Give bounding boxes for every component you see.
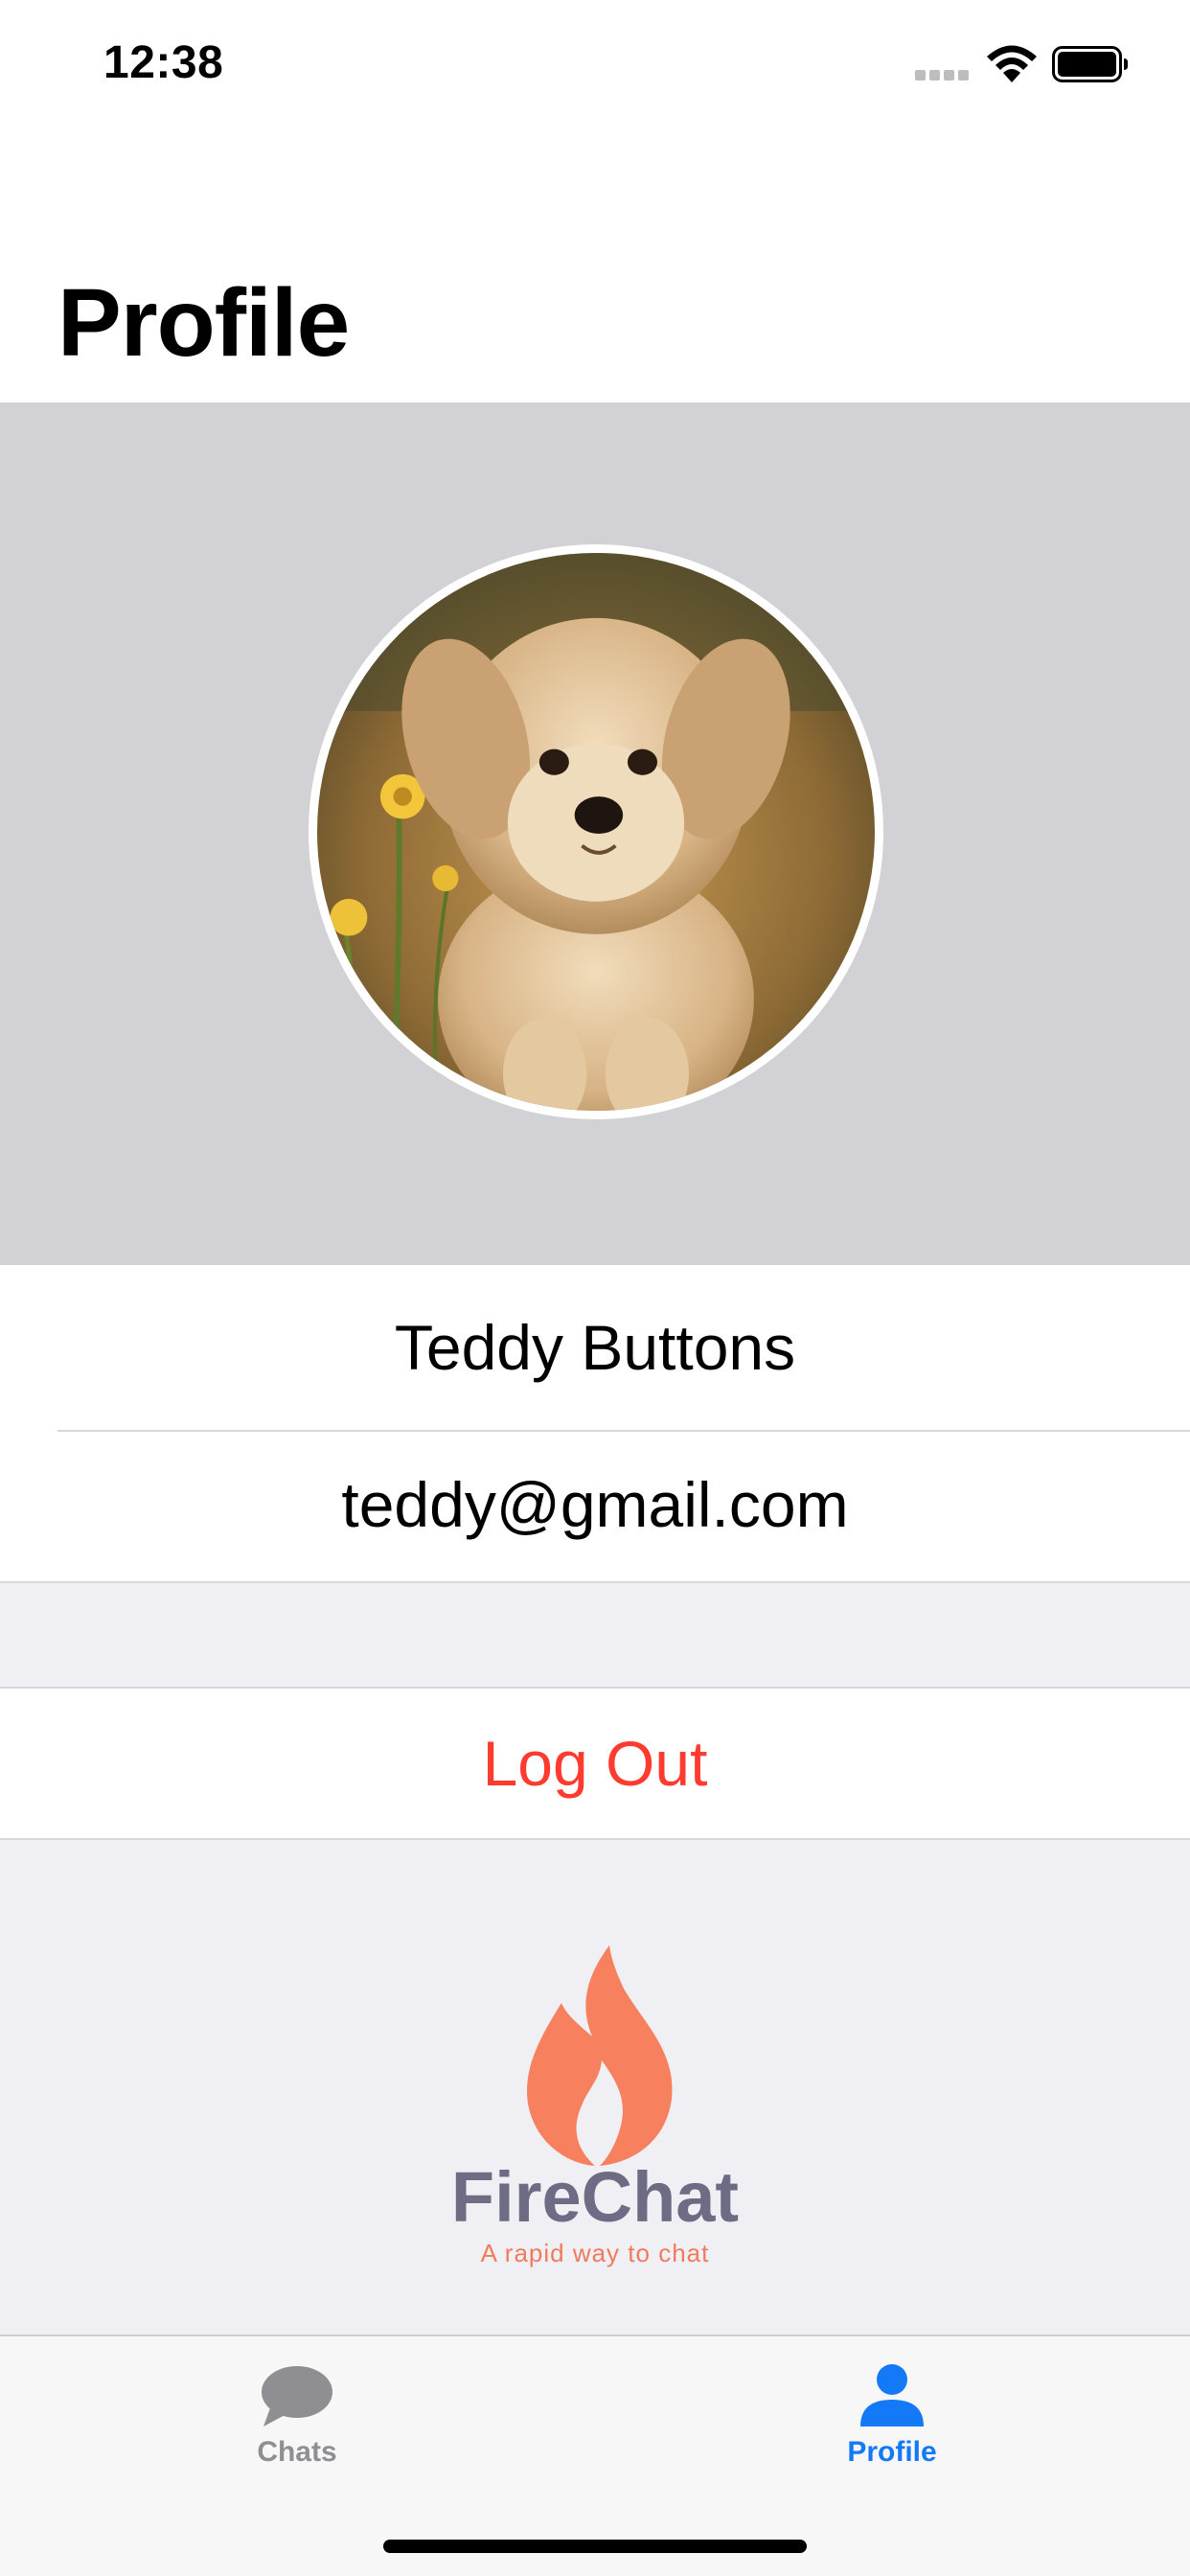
avatar-frame[interactable] — [309, 544, 883, 1119]
tab-chats-label: Chats — [257, 2436, 337, 2468]
tab-profile[interactable]: Profile — [748, 2363, 1036, 2497]
profile-info-group: Teddy Buttons teddy@gmail.com — [0, 1265, 1190, 1583]
tab-profile-label: Profile — [847, 2436, 937, 2468]
logo-tagline: A rapid way to chat — [480, 2239, 710, 2267]
home-indicator[interactable] — [383, 2540, 807, 2553]
profile-email: teddy@gmail.com — [341, 1469, 849, 1540]
app-logo: FireChat A rapid way to chat — [0, 1945, 1190, 2271]
profile-name: Teddy Buttons — [394, 1312, 796, 1383]
row-divider — [57, 1430, 1190, 1432]
logout-group: Log Out — [0, 1687, 1190, 1840]
logout-button[interactable]: Log Out — [0, 1689, 1190, 1838]
status-time: 12:38 — [103, 37, 224, 88]
status-bar: 12:38 — [0, 0, 1190, 126]
person-icon — [860, 2364, 924, 2426]
tab-chats[interactable]: Chats — [153, 2363, 441, 2497]
battery-icon — [1052, 46, 1128, 82]
avatar-section — [0, 402, 1190, 1265]
profile-screen: 12:38 Profile Teddy Buttons teddy@gmail.… — [0, 0, 1190, 2576]
speech-bubble-icon — [262, 2366, 332, 2426]
page-title: Profile — [57, 269, 350, 377]
logo-name: FireChat — [450, 2157, 740, 2237]
navigation-header: Profile — [0, 126, 1190, 402]
cellular-signal-icon — [915, 70, 969, 80]
flame-icon — [527, 1945, 673, 2166]
wifi-icon — [987, 45, 1037, 82]
avatar — [317, 553, 875, 1111]
